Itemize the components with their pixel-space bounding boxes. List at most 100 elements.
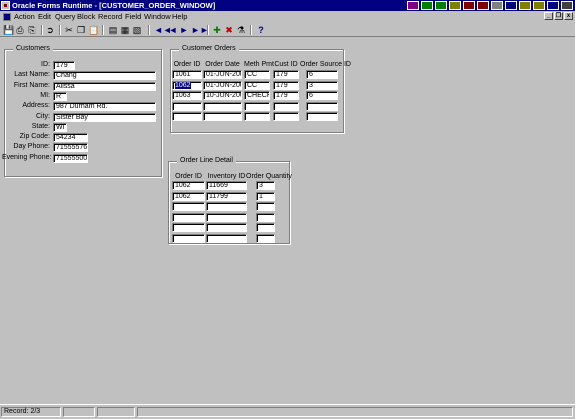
cust-id-cell[interactable]: 179 — [273, 91, 299, 101]
order-quantity-cell[interactable] — [256, 223, 275, 232]
last-name-field[interactable]: Chang — [53, 71, 156, 81]
meth-pmt-cell[interactable] — [244, 112, 270, 122]
restore-button[interactable]: ❐ — [554, 12, 563, 20]
order-date-cell[interactable]: 01-JUN-2003 — [203, 80, 242, 90]
line-order-id-cell[interactable] — [172, 233, 205, 243]
delete-record-icon[interactable]: ✖ — [224, 25, 234, 35]
copy-icon[interactable]: ❐ — [76, 25, 86, 35]
order-quantity-cell[interactable] — [256, 202, 275, 211]
user-icon[interactable] — [533, 1, 545, 10]
inventory-id-cell[interactable] — [206, 233, 247, 243]
palette-icon[interactable] — [519, 1, 531, 10]
order-date-cell[interactable] — [203, 101, 242, 111]
zip-code-field[interactable]: 54234 — [53, 133, 88, 143]
doc-icon[interactable] — [547, 1, 559, 10]
order-date-cell[interactable] — [203, 112, 242, 122]
order-date-cell[interactable]: 01-JUN-2003 — [203, 70, 242, 79]
menu-query[interactable]: Query — [55, 12, 75, 21]
enter-query-icon[interactable]: ▤ — [108, 25, 118, 35]
pp-icon[interactable] — [477, 1, 489, 10]
meth-pmt-cell[interactable]: CHECK — [244, 91, 270, 101]
address-field[interactable]: 987 Durham Rd. — [53, 102, 156, 112]
order-quantity-cell[interactable]: 3 — [256, 181, 275, 190]
previous-record-icon[interactable]: ◄ — [168, 25, 178, 35]
help-icon[interactable]: ? — [256, 25, 266, 35]
cust-id-cell[interactable]: 179 — [273, 70, 299, 79]
menu-action[interactable]: Action — [14, 12, 35, 21]
line-order-id-cell[interactable] — [172, 223, 205, 232]
c-icon[interactable] — [435, 1, 447, 10]
meth-pmt-cell[interactable] — [244, 101, 270, 111]
cust-id-cell[interactable] — [273, 112, 299, 122]
id-field[interactable]: 179 — [53, 61, 75, 70]
inventory-id-cell[interactable]: 11669 — [206, 181, 247, 190]
state-field[interactable]: WI — [53, 122, 67, 132]
order-id-cell[interactable]: 1063 — [172, 91, 202, 101]
mi-field[interactable]: R — [53, 91, 67, 101]
save-icon[interactable]: 💾 — [3, 25, 14, 35]
status-cell — [97, 407, 135, 417]
m-icon[interactable] — [407, 1, 419, 10]
a-icon[interactable] — [463, 1, 475, 10]
globe-icon[interactable] — [491, 1, 503, 10]
line-order-id-cell[interactable]: 1062 — [172, 191, 205, 201]
order-id-cell[interactable] — [172, 101, 202, 111]
insert-record-icon[interactable]: ✚ — [212, 25, 222, 35]
evening-phone-field[interactable]: 7155550087 — [53, 153, 88, 163]
order-id-cell[interactable]: 1061 — [172, 70, 202, 79]
order-source-id-cell[interactable] — [306, 112, 338, 122]
paste-icon[interactable]: 📋 — [88, 25, 99, 35]
order-id-cell[interactable]: 1062 — [172, 80, 202, 90]
cut-icon[interactable]: ✂ — [64, 25, 74, 35]
toolbar-separator — [250, 25, 252, 35]
order-source-id-cell[interactable]: 6 — [306, 70, 338, 79]
meth-pmt-cell[interactable]: CC — [244, 70, 270, 79]
execute-query-icon[interactable]: ▦ — [120, 25, 130, 35]
next-record-icon[interactable]: ► — [179, 25, 189, 35]
menu-field[interactable]: Field — [125, 12, 141, 21]
order-quantity-cell[interactable] — [256, 212, 275, 222]
menu-help[interactable]: Help — [172, 12, 187, 21]
line-order-id-cell[interactable] — [172, 202, 205, 211]
close-button[interactable]: x — [564, 12, 573, 20]
order-source-id-cell[interactable]: 6 — [306, 91, 338, 101]
print-setup-icon[interactable]: ⎘ — [27, 25, 37, 35]
inventory-id-cell[interactable] — [206, 202, 247, 211]
order-quantity-header: Order Quantity — [246, 173, 292, 180]
x-icon[interactable] — [421, 1, 433, 10]
cust-id-header: Cust ID — [274, 61, 298, 68]
last-record-icon[interactable]: ►► — [191, 25, 209, 35]
inventory-id-cell[interactable]: 11799 — [206, 191, 247, 201]
oracle-forms-icon[interactable] — [1, 1, 10, 10]
document-window-icon[interactable] — [3, 13, 11, 21]
city-field[interactable]: Sister Bay — [53, 112, 156, 122]
lock-record-icon[interactable]: ⚗ — [236, 25, 246, 35]
menu-window[interactable]: Window — [144, 12, 171, 21]
inventory-id-cell[interactable] — [206, 212, 247, 222]
order-source-id-cell[interactable] — [306, 101, 338, 111]
screen-icon[interactable] — [561, 1, 573, 10]
exit-icon[interactable]: ➲ — [45, 25, 55, 35]
cancel-query-icon[interactable]: ▧ — [132, 25, 142, 35]
print-icon[interactable]: ⎙ — [15, 25, 25, 35]
line-order-id-cell[interactable]: 1062 — [172, 181, 205, 190]
order-source-id-cell[interactable]: 3 — [306, 80, 338, 90]
meth-pmt-cell[interactable]: CC — [244, 80, 270, 90]
menu-edit[interactable]: Edit — [38, 12, 51, 21]
order-id-cell[interactable] — [172, 112, 202, 122]
minimize-button[interactable]: _ — [544, 12, 553, 20]
line-order-id-cell[interactable] — [172, 212, 205, 222]
first-name-field[interactable]: Alissa — [53, 81, 156, 91]
order-date-cell[interactable]: 10-JUN-2003 — [203, 91, 242, 101]
menu-record[interactable]: Record — [98, 12, 122, 21]
cust-id-cell[interactable]: 179 — [273, 80, 299, 90]
day-phone-field[interactable]: 7155557651 — [53, 143, 88, 153]
cust-id-cell[interactable] — [273, 101, 299, 111]
order-quantity-cell[interactable]: 1 — [256, 191, 275, 201]
e-icon[interactable] — [449, 1, 461, 10]
chart-icon[interactable] — [505, 1, 517, 10]
first-record-icon[interactable]: ◄◄ — [154, 25, 172, 35]
inventory-id-cell[interactable] — [206, 223, 247, 232]
order-quantity-cell[interactable] — [256, 233, 275, 243]
menu-block[interactable]: Block — [77, 12, 95, 21]
